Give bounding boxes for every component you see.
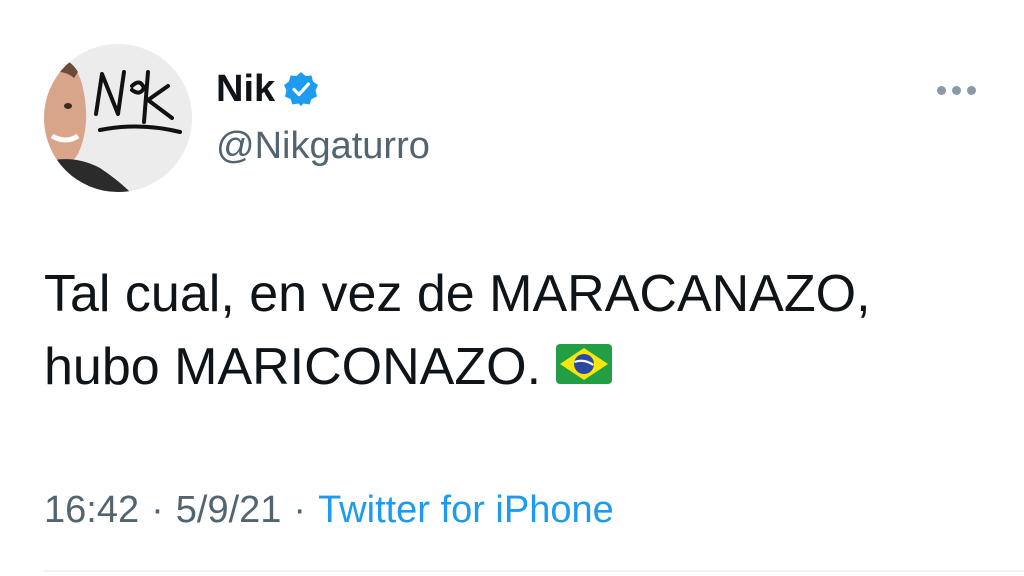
tweet-meta: 16:42 · 5/9/21 · Twitter for iPhone xyxy=(44,484,614,536)
tweet-text: Tal cual, en vez de MARACANAZO, hubo MAR… xyxy=(44,258,994,404)
meta-separator: · xyxy=(293,489,307,531)
more-dot xyxy=(951,85,961,95)
tweet-text-line-2: hubo MARICONAZO. xyxy=(44,338,542,396)
tweet-card: Nik @Nikgaturro Tal cual, en vez de MARA… xyxy=(0,0,1024,576)
meta-separator: · xyxy=(151,489,164,531)
more-options-icon[interactable] xyxy=(928,76,984,104)
tweet-text-line-1: Tal cual, en vez de MARACANAZO, xyxy=(44,265,871,323)
tweet-date[interactable]: 5/9/21 xyxy=(176,489,282,531)
display-name[interactable]: Nik xyxy=(216,64,275,114)
tweet-source-link[interactable]: Twitter for iPhone xyxy=(318,489,614,531)
author-name-row[interactable]: Nik xyxy=(216,64,319,114)
brazil-flag-icon xyxy=(556,344,613,385)
more-dot xyxy=(966,85,976,95)
author-handle[interactable]: @Nikgaturro xyxy=(216,122,430,170)
tweet-time[interactable]: 16:42 xyxy=(44,489,139,531)
tweet-text-line-2-wrap: hubo MARICONAZO. xyxy=(44,331,994,404)
more-dot xyxy=(936,85,946,95)
avatar[interactable] xyxy=(44,44,192,192)
divider xyxy=(44,570,1024,572)
verified-badge-icon xyxy=(284,72,319,106)
